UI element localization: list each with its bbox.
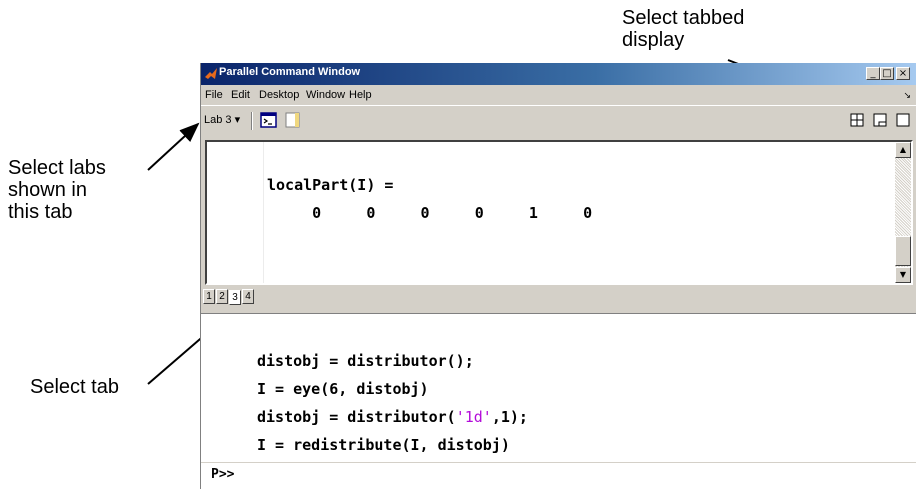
prompt-divider — [201, 462, 916, 463]
tabbed-display-icon[interactable] — [871, 111, 889, 129]
command-line-1: distobj = distributor(); — [257, 352, 474, 370]
parallel-command-window: Parallel Command Window _ □ × File Edit … — [200, 63, 916, 489]
tab-2[interactable]: 2 — [216, 289, 228, 304]
matlab-logo-icon — [205, 68, 217, 79]
toolbar: Lab 3 ▾ — [201, 105, 916, 137]
menu-desktop[interactable]: Desktop — [259, 89, 299, 101]
command-line-4: I = redistribute(I, distobj) — [257, 436, 510, 454]
code-segment: ,1); — [491, 408, 528, 426]
window-title: Parallel Command Window — [219, 66, 361, 78]
gutter — [263, 142, 264, 283]
single-display-icon[interactable] — [894, 111, 912, 129]
lab-tab-strip: 1 2 3 4 — [201, 287, 916, 309]
code-segment: distobj = distributor( — [257, 408, 456, 426]
menu-window[interactable]: Window — [306, 89, 345, 101]
tab-3[interactable]: 3 — [229, 290, 241, 305]
output-values-line: 0 0 0 0 1 0 — [267, 204, 593, 222]
scroll-thumb[interactable] — [895, 236, 911, 266]
blank-document-icon[interactable] — [284, 111, 302, 129]
tab-4[interactable]: 4 — [242, 289, 254, 304]
menu-help[interactable]: Help — [349, 89, 372, 101]
menu-edit[interactable]: Edit — [231, 89, 250, 101]
undock-icon[interactable]: ↘ — [903, 91, 911, 101]
command-line-3: distobj = distributor('1d',1); — [257, 408, 528, 426]
title-bar[interactable]: Parallel Command Window _ □ × — [201, 63, 916, 85]
menu-bar: File Edit Desktop Window Help ↘ — [201, 85, 916, 105]
output-variable-line: localPart(I) = — [267, 176, 394, 194]
command-prompt[interactable]: P>> — [211, 467, 234, 482]
toolbar-separator — [251, 112, 253, 130]
restore-button[interactable]: □ — [880, 67, 894, 80]
scroll-down-button[interactable]: ▼ — [895, 267, 911, 283]
tab-1[interactable]: 1 — [203, 289, 215, 304]
close-button[interactable]: × — [896, 67, 910, 80]
menu-file[interactable]: File — [205, 89, 223, 101]
arrow-to-lab-selector — [147, 122, 200, 171]
lab-output-pane[interactable]: localPart(I) = 0 0 0 0 1 0 ▲ ▼ — [205, 140, 913, 285]
command-window-icon[interactable] — [260, 111, 278, 129]
string-literal: '1d' — [455, 408, 492, 426]
grid-display-icon[interactable] — [848, 111, 866, 129]
lab-selector-dropdown[interactable]: Lab 3 ▾ — [204, 113, 240, 126]
command-line-2: I = eye(6, distobj) — [257, 380, 429, 398]
command-pane[interactable]: distobj = distributor(); I = eye(6, dist… — [201, 313, 916, 489]
scroll-up-button[interactable]: ▲ — [895, 142, 911, 158]
vertical-scrollbar[interactable]: ▲ ▼ — [895, 142, 911, 283]
minimize-button[interactable]: _ — [866, 67, 880, 80]
